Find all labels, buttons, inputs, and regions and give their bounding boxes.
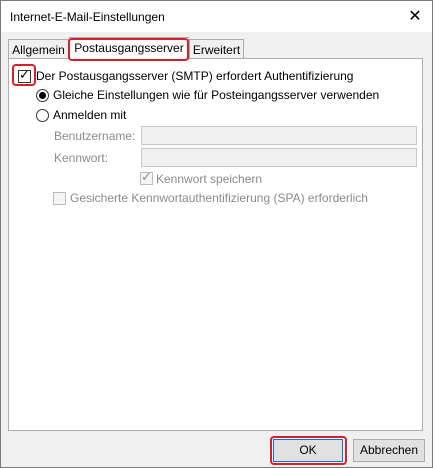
- username-label: Benutzername:: [54, 129, 136, 143]
- checkbox-highlight-annotation: [12, 64, 36, 86]
- tab-highlight-annotation: [68, 38, 189, 61]
- same-settings-label: Gleiche Einstellungen wie für Posteingan…: [53, 88, 380, 102]
- password-label: Kennwort:: [54, 151, 109, 165]
- save-password-label: Kennwort speichern: [156, 172, 263, 186]
- same-settings-radio[interactable]: [36, 89, 49, 102]
- tab-allgemein[interactable]: Allgemein: [8, 39, 69, 59]
- spa-label: Gesicherte Kennwortauthentifizierung (SP…: [70, 191, 368, 205]
- title-bar: Internet-E-Mail-Einstellungen ✕: [1, 1, 432, 32]
- username-field[interactable]: [141, 126, 417, 145]
- auth-required-label: Der Postausgangsserver (SMTP) erfordert …: [36, 69, 354, 83]
- login-with-label: Anmelden mit: [53, 108, 127, 122]
- cancel-button[interactable]: Abbrechen: [353, 439, 425, 462]
- close-icon[interactable]: ✕: [400, 4, 430, 30]
- dialog-window: Internet-E-Mail-Einstellungen ✕ Allgemei…: [0, 0, 433, 468]
- password-field[interactable]: [141, 148, 417, 167]
- login-with-radio[interactable]: [36, 109, 49, 122]
- radio-selected-dot: [39, 92, 46, 99]
- ok-highlight-annotation: [270, 436, 347, 465]
- window-title: Internet-E-Mail-Einstellungen: [10, 10, 165, 24]
- tab-panel: ✓ Der Postausgangsserver (SMTP) erforder…: [8, 58, 423, 431]
- tab-erweitert[interactable]: Erweitert: [189, 39, 244, 59]
- checkmark-icon: ✓: [141, 169, 152, 184]
- save-password-checkbox[interactable]: ✓: [140, 169, 153, 185]
- spa-checkbox[interactable]: [53, 192, 66, 205]
